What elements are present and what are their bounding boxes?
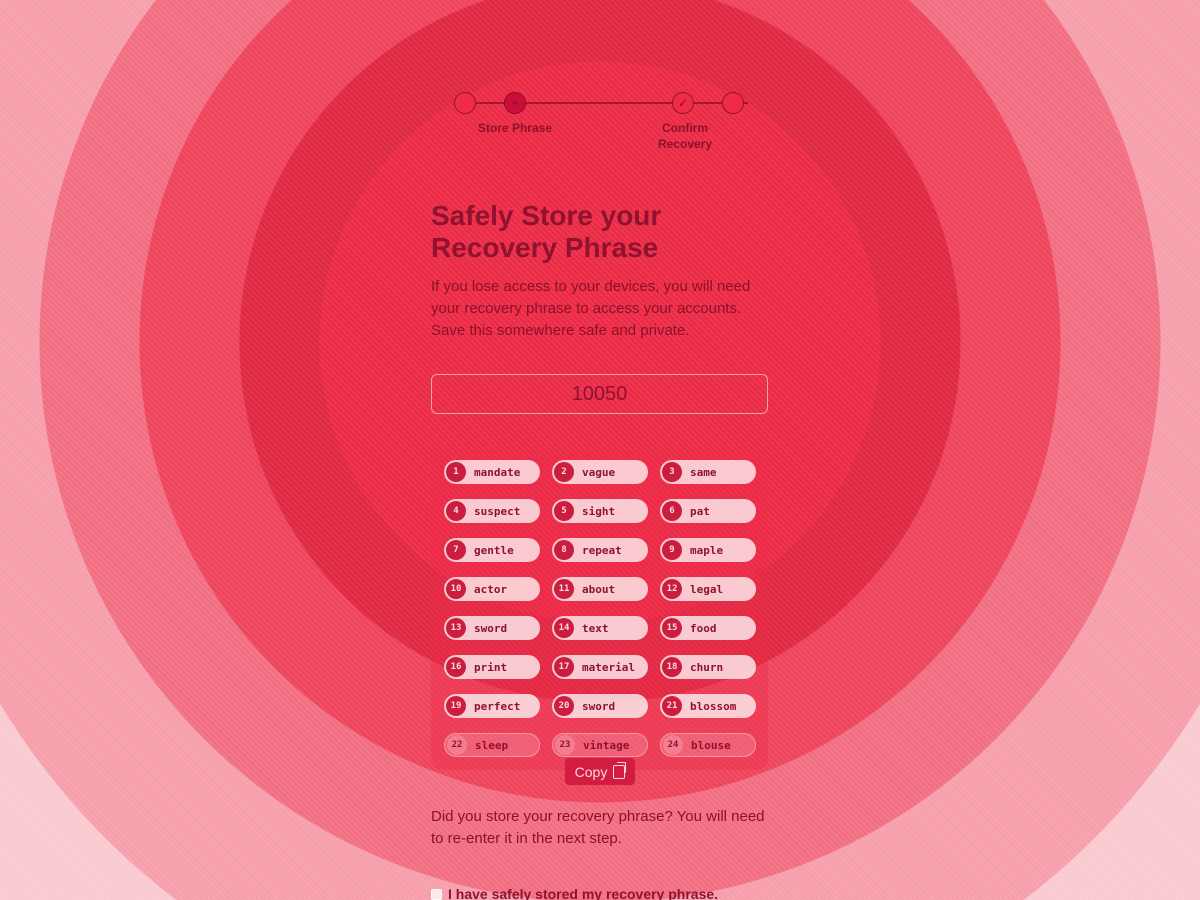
word-pill: 22 sleep <box>444 733 540 757</box>
word-number: 19 <box>446 696 466 716</box>
word-text: maple <box>690 543 724 557</box>
word-pill: 21 blossom <box>660 694 756 718</box>
word-text: sword <box>582 699 616 713</box>
code-value: 10050 <box>571 382 628 405</box>
word-pill: 2 vague <box>552 460 648 484</box>
word-number: 12 <box>662 579 682 599</box>
stored-phrase-checkbox-label: I have safely stored my recovery phrase. <box>448 886 719 900</box>
word-pill: 15 food <box>660 616 756 640</box>
progress-stepper: + Store Phrase ✓ Confirm Recovery <box>430 88 770 158</box>
word-text: vintage <box>583 738 630 752</box>
word-number: 9 <box>662 540 682 560</box>
step-4-dot <box>722 92 744 114</box>
word-pill: 17 material <box>552 655 648 679</box>
copy-button[interactable]: Copy <box>565 758 635 785</box>
word-text: mandate <box>474 465 521 479</box>
word-text: material <box>582 660 635 674</box>
word-text: same <box>690 465 717 479</box>
word-number: 16 <box>446 657 466 677</box>
word-text: churn <box>690 660 724 674</box>
word-text: pat <box>690 504 710 518</box>
word-pill: 9 maple <box>660 538 756 562</box>
word-pill: 18 churn <box>660 655 756 679</box>
step-2-dot: + <box>504 92 526 114</box>
word-text: text <box>582 621 609 635</box>
word-text: repeat <box>582 543 622 557</box>
word-number: 4 <box>446 501 466 521</box>
step-3-label: Confirm Recovery <box>657 121 713 151</box>
word-pill: 13 sword <box>444 616 540 640</box>
word-number: 21 <box>662 696 682 716</box>
recovery-phrase-page: + Store Phrase ✓ Confirm Recovery Safely… <box>0 0 1200 900</box>
word-number: 2 <box>554 462 574 482</box>
copy-button-label: Copy <box>574 763 608 780</box>
word-pill: 4 suspect <box>444 499 540 523</box>
word-pill: 12 legal <box>660 577 756 601</box>
word-number: 5 <box>554 501 574 521</box>
word-text: blossom <box>690 699 737 713</box>
step-2-label: Store Phrase <box>477 121 553 135</box>
word-number: 6 <box>662 501 682 521</box>
word-number: 8 <box>554 540 574 560</box>
word-pill: 23 vintage <box>552 733 648 757</box>
word-pill: 16 print <box>444 655 540 679</box>
word-text: sleep <box>475 738 509 752</box>
stored-phrase-checkbox[interactable] <box>431 888 442 900</box>
stored-phrase-checkbox-row[interactable]: I have safely stored my recovery phrase. <box>431 884 791 900</box>
word-pill: 24 blouse <box>660 733 756 757</box>
word-pill: 5 sight <box>552 499 648 523</box>
word-text: actor <box>474 582 508 596</box>
word-text: sight <box>582 504 616 518</box>
word-pill: 19 perfect <box>444 694 540 718</box>
word-text: gentle <box>474 543 514 557</box>
word-text: about <box>582 582 616 596</box>
word-text: vague <box>582 465 616 479</box>
word-text: food <box>690 621 717 635</box>
step-3-dot: ✓ <box>672 92 694 114</box>
word-text: suspect <box>474 504 521 518</box>
word-pill: 14 text <box>552 616 648 640</box>
word-number: 13 <box>446 618 466 638</box>
recovery-words-panel: 1 mandate 2 vague 3 same 4 suspect 5 sig… <box>431 450 768 770</box>
word-number: 17 <box>554 657 574 677</box>
word-number: 3 <box>662 462 682 482</box>
word-number: 15 <box>662 618 682 638</box>
word-text: perfect <box>474 699 521 713</box>
word-number: 11 <box>554 579 574 599</box>
word-pill: 6 pat <box>660 499 756 523</box>
word-number: 22 <box>447 735 467 755</box>
word-number: 7 <box>446 540 466 560</box>
word-number: 23 <box>555 735 575 755</box>
word-number: 20 <box>554 696 574 716</box>
current-step-icon: + <box>511 96 519 110</box>
word-number: 1 <box>446 462 466 482</box>
word-number: 10 <box>446 579 466 599</box>
word-pill: 8 repeat <box>552 538 648 562</box>
word-number: 14 <box>554 618 574 638</box>
word-pill: 20 sword <box>552 694 648 718</box>
check-icon: ✓ <box>677 96 689 110</box>
word-pill: 1 mandate <box>444 460 540 484</box>
word-text: print <box>474 660 508 674</box>
copy-icon <box>613 761 627 779</box>
step-1-dot <box>454 92 476 114</box>
word-text: sword <box>474 621 508 635</box>
word-number: 18 <box>662 657 682 677</box>
code-display: 10050 <box>431 374 768 414</box>
word-pill: 11 about <box>552 577 648 601</box>
word-pill: 10 actor <box>444 577 540 601</box>
word-number: 24 <box>663 735 683 755</box>
page-title: Safely Store your Recovery Phrase <box>431 200 662 263</box>
page-description: If you lose access to your devices, you … <box>431 278 751 339</box>
word-text: legal <box>690 582 724 596</box>
word-pill: 3 same <box>660 460 756 484</box>
word-pill: 7 gentle <box>444 538 540 562</box>
storage-question: Did you store your recovery phrase? You … <box>431 808 765 847</box>
word-text: blouse <box>691 738 731 752</box>
